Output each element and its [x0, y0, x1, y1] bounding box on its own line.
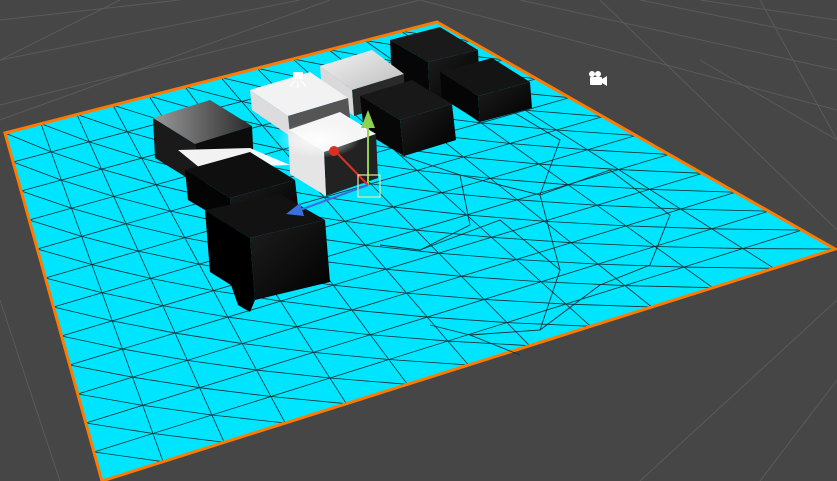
scene-canvas[interactable]	[0, 0, 837, 481]
gizmo-x-arrow[interactable]	[329, 146, 339, 156]
scene-viewport[interactable]	[0, 0, 837, 481]
camera-icon[interactable]	[589, 71, 607, 86]
